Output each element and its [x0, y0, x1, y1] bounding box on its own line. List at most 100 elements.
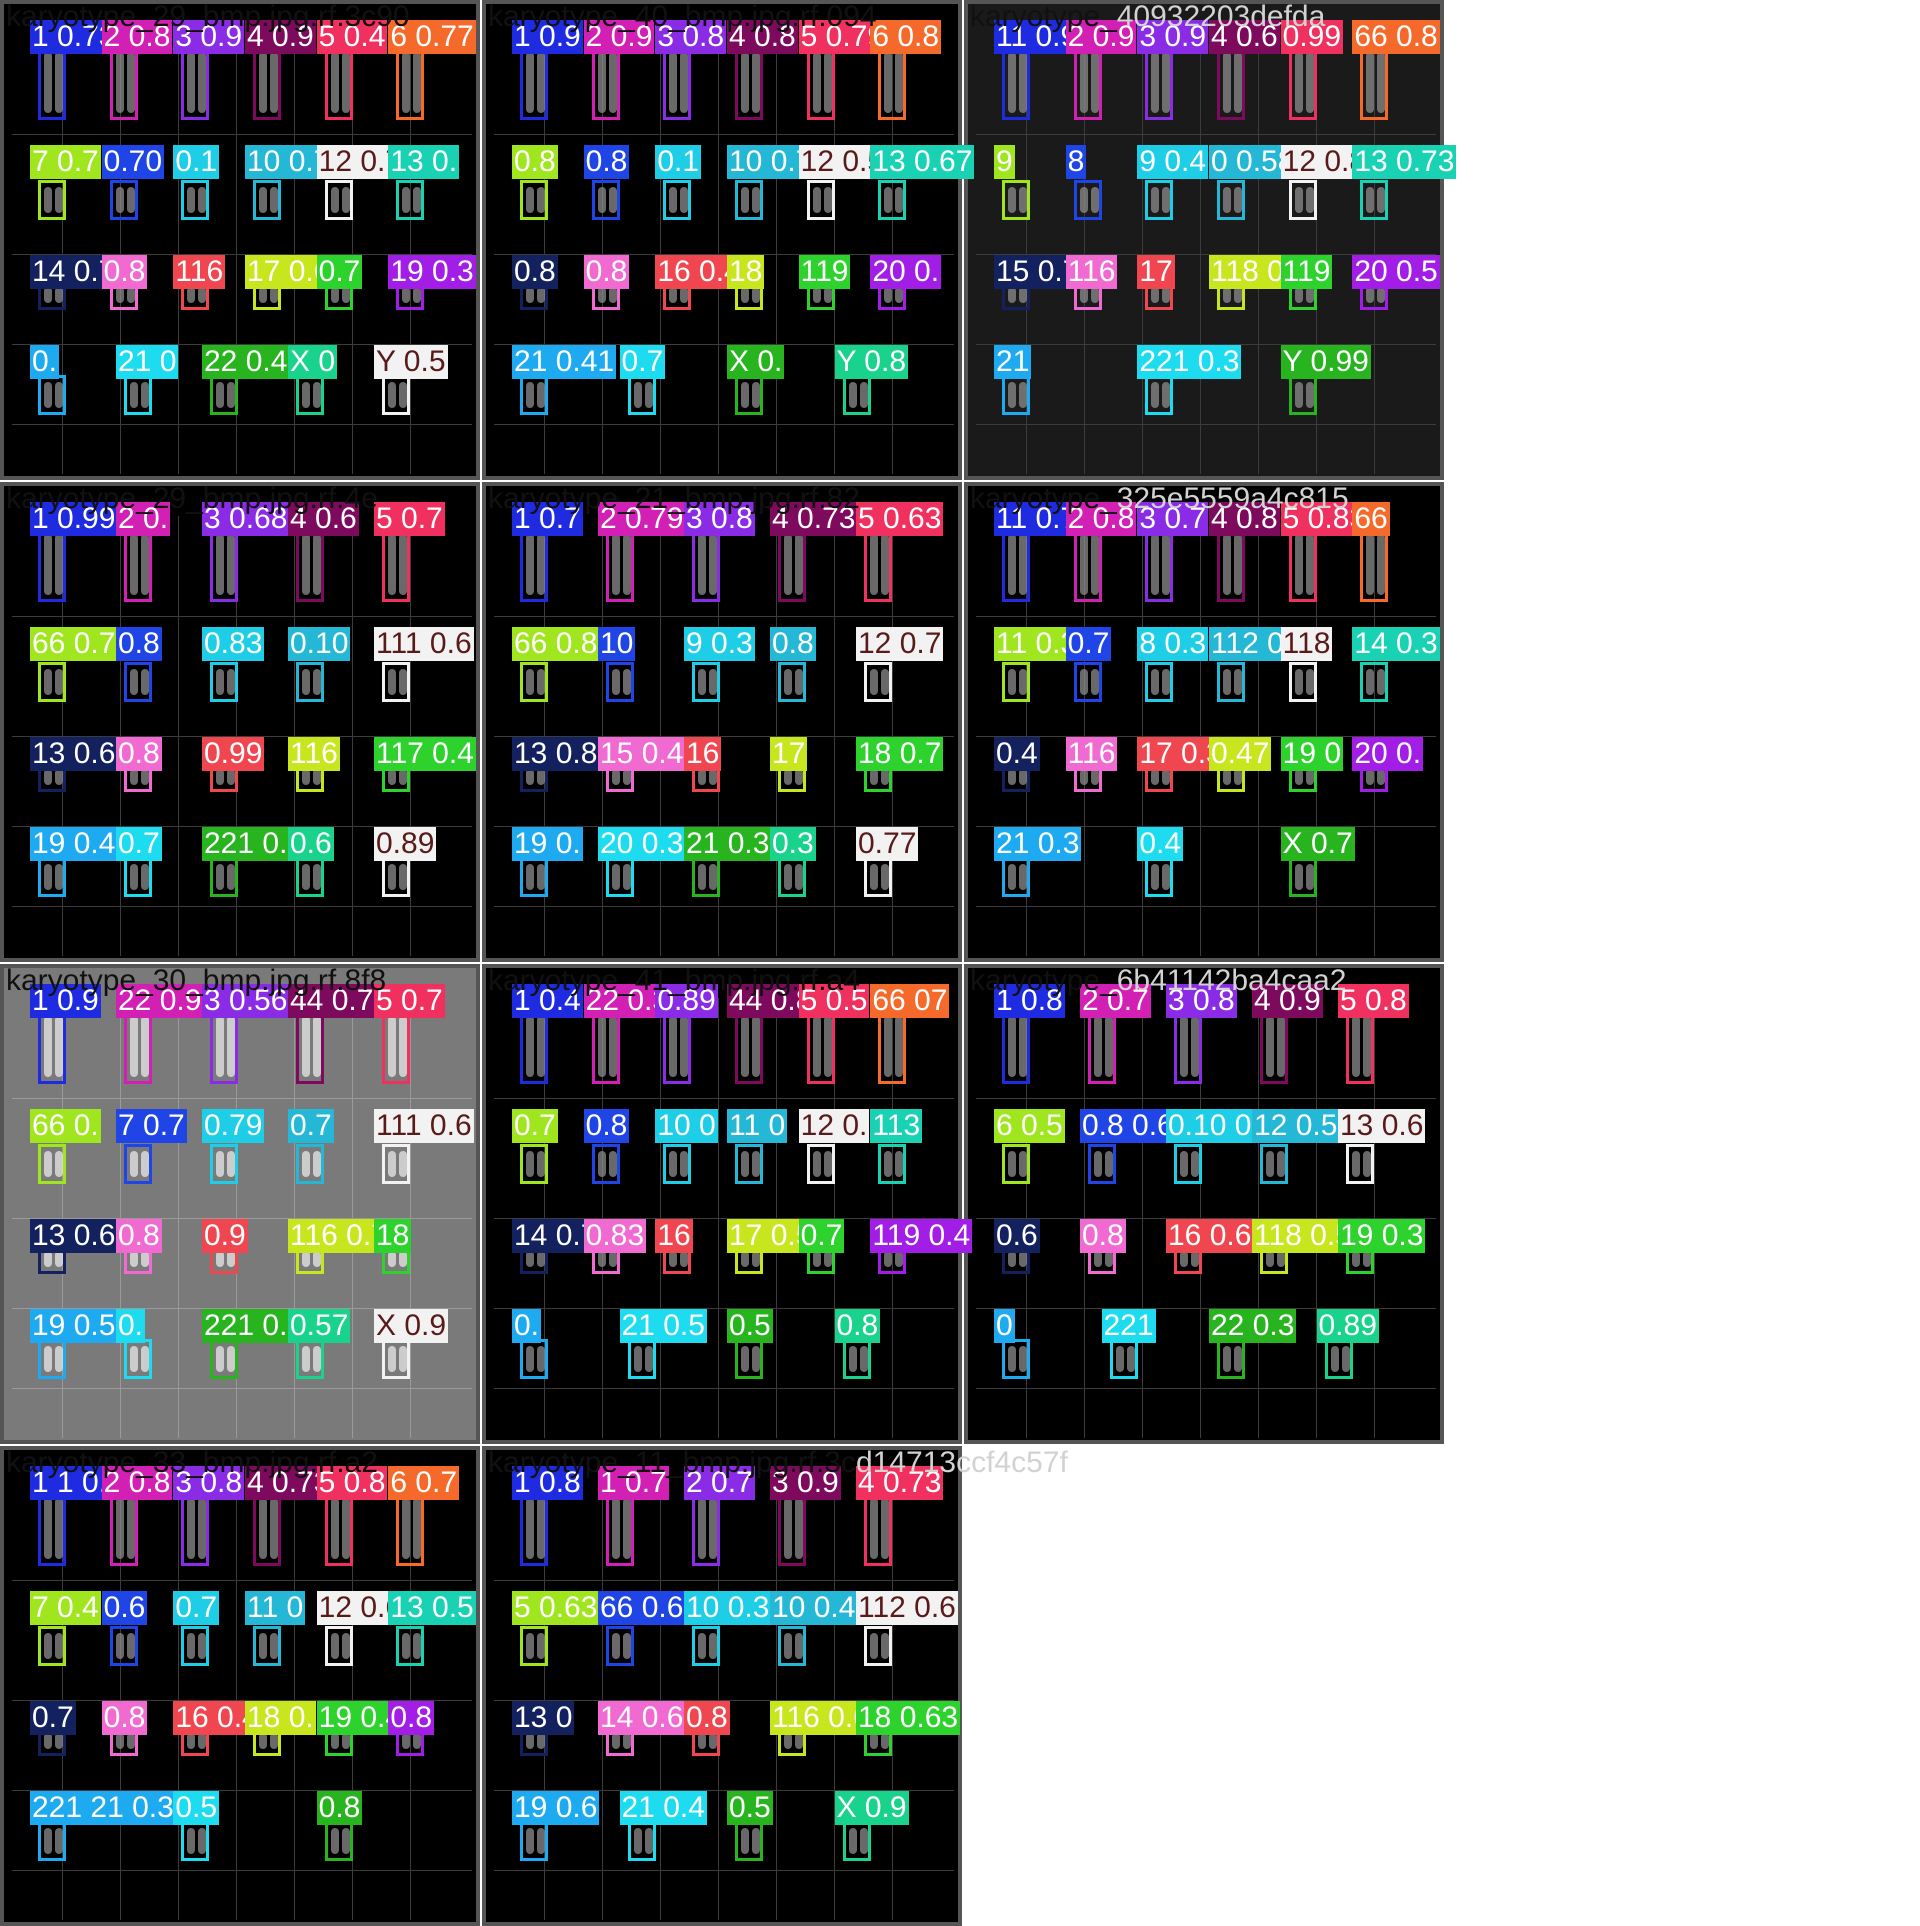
detection-label: 0.8 0.6 — [1080, 1109, 1176, 1143]
chromosome — [698, 769, 706, 785]
detection-box — [253, 1626, 281, 1666]
karyotype-tile: karyotype_11_bmp.jpg.rf.3cd14713ccf4c57f… — [482, 1446, 1068, 1926]
detection-box — [1174, 1009, 1202, 1084]
detection-label: 0.7 — [288, 1109, 334, 1143]
chromosome — [1294, 669, 1303, 695]
chromosome — [1180, 1251, 1188, 1267]
detection-label: 20 0.5 — [1352, 255, 1440, 289]
detection-box — [38, 1339, 66, 1379]
detection-label: 10 — [598, 627, 636, 661]
chromosome — [1352, 1016, 1360, 1077]
detection-label: 0.70 — [101, 145, 165, 179]
chromosome — [1305, 534, 1314, 595]
detection-box — [38, 45, 66, 120]
chromosome — [633, 1828, 642, 1854]
detection-box — [382, 1144, 410, 1184]
detection-box — [606, 1491, 634, 1566]
detection-label: 0.8 — [684, 1701, 730, 1735]
chromosome — [270, 1498, 278, 1559]
chromosome — [198, 1633, 207, 1659]
chromosome — [330, 287, 339, 303]
chromosome — [55, 1016, 63, 1077]
chromosome — [55, 534, 63, 595]
chromosome — [1151, 52, 1160, 113]
detection-box — [1360, 527, 1389, 602]
chromosome — [1008, 187, 1016, 213]
tile-title: karyotype_11_bmp.jpg.rf.3cd14713ccf4c57f — [488, 1446, 1068, 1480]
chromosome — [537, 534, 545, 595]
detection-label: 19 0 — [1280, 737, 1344, 771]
chromosome — [680, 187, 689, 213]
detection-box — [520, 1339, 548, 1379]
chromosome — [537, 769, 545, 785]
chromosome — [752, 1346, 760, 1372]
detection-label: 22 0.4 — [202, 345, 290, 379]
detection-label: 0.89 — [1316, 1309, 1379, 1343]
detection-box — [1288, 527, 1317, 602]
chromosome — [669, 287, 678, 303]
chromosome — [1305, 669, 1314, 695]
detection-label: 0. — [30, 345, 60, 379]
detection-box — [627, 375, 656, 415]
chromosome — [1366, 534, 1375, 595]
chromosome — [44, 52, 52, 113]
chromosome — [1008, 534, 1016, 595]
chromosome — [270, 287, 278, 303]
detection-label: 0.7 — [316, 255, 363, 289]
detection-box — [324, 180, 353, 220]
detection-label: 17 — [1137, 255, 1175, 289]
chromosome — [198, 1828, 207, 1854]
detection-label: 0.8 — [101, 255, 148, 289]
chromosome — [612, 534, 620, 595]
chromosome — [1019, 1016, 1027, 1077]
detection-box — [1288, 45, 1317, 120]
chromosome — [812, 287, 821, 303]
detection-box — [864, 1626, 892, 1666]
chromosome — [1363, 1016, 1371, 1077]
detection-box — [38, 662, 66, 702]
chromosome — [623, 669, 631, 695]
chromosome — [597, 52, 606, 113]
chromosome — [741, 287, 749, 303]
chromosome — [795, 1633, 803, 1659]
detection-box — [520, 1009, 548, 1084]
detection-box — [735, 180, 763, 220]
detection-box — [692, 1491, 720, 1566]
chromosome — [55, 52, 63, 113]
detection-label: 66 0.8 — [1352, 20, 1440, 54]
chromosome — [537, 187, 545, 213]
chromosome — [402, 287, 411, 303]
detection-label: 0.8 — [316, 1791, 363, 1825]
chromosome — [198, 1733, 207, 1749]
tile-title: karyotype_6b41142ba4caa2 — [970, 964, 1346, 998]
chromosome — [795, 534, 803, 595]
chromosome — [130, 1251, 138, 1267]
chromosome — [881, 769, 889, 785]
detection-box — [210, 662, 238, 702]
detection-box — [38, 1821, 66, 1861]
chromosome — [597, 1016, 606, 1077]
detection-label: 19 0.5 — [30, 1309, 118, 1343]
chromosome — [698, 864, 706, 890]
chromosome — [741, 1251, 749, 1267]
detection-box — [1002, 857, 1030, 897]
detection-label: 0.8 — [116, 627, 162, 661]
detection-box — [520, 1144, 548, 1184]
detection-box — [1217, 1339, 1245, 1379]
chromosome — [784, 669, 792, 695]
chromosome — [752, 1151, 760, 1177]
detection-box — [864, 527, 892, 602]
chromosome — [259, 287, 267, 303]
chromosome — [1223, 287, 1231, 303]
chromosome — [126, 1633, 135, 1659]
detection-label: 19 0. — [512, 827, 583, 861]
chromosome — [1305, 864, 1314, 890]
detection-box — [878, 1009, 907, 1084]
tile-title-text: karyotype_21_bmp.jpg.rf.82 — [488, 482, 860, 515]
detection-box — [735, 1009, 763, 1084]
tile-title: karyotype_325e5559a4c815 — [970, 482, 1349, 516]
chromosome — [1330, 1346, 1339, 1372]
detection-box — [663, 45, 692, 120]
chromosome — [752, 1828, 760, 1854]
detection-box — [520, 1626, 548, 1666]
